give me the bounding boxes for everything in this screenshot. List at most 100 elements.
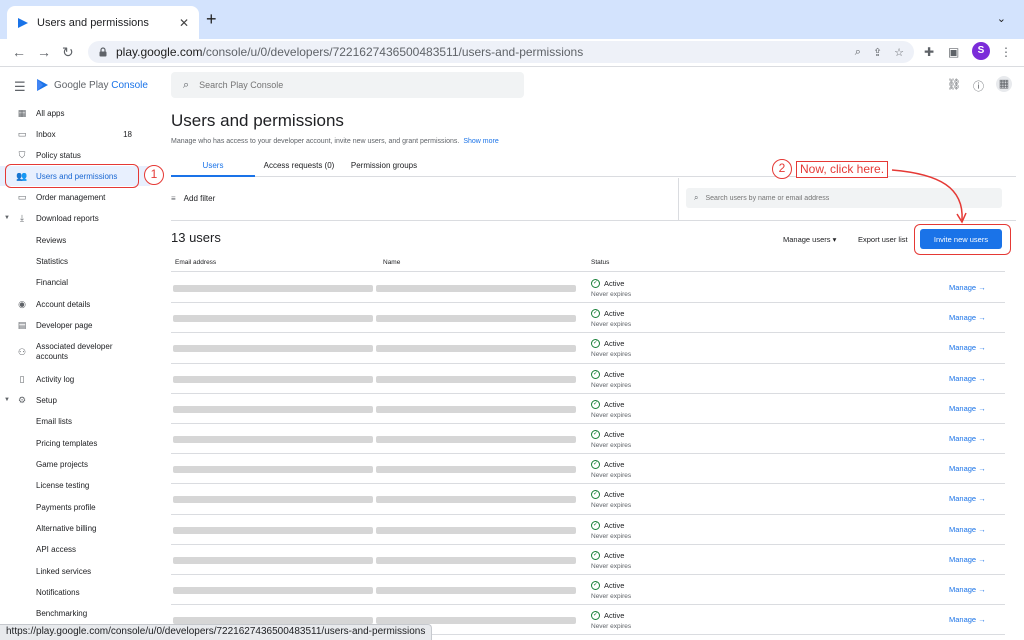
- annotation-box-users-and-permissions: [5, 164, 139, 188]
- close-tab-icon[interactable]: ✕: [179, 16, 189, 30]
- manage-link[interactable]: Manage →: [949, 464, 986, 473]
- manage-link[interactable]: Manage →: [949, 555, 986, 564]
- status-badge: ✓ Active: [591, 550, 631, 560]
- table-row[interactable]: ✓ Active Never expires Manage →: [171, 454, 1005, 485]
- extensions-icon[interactable]: ✚: [924, 45, 934, 59]
- sidebar-item-payments-profile[interactable]: Payments profile: [0, 497, 150, 517]
- manage-users-dropdown[interactable]: Manage users ▾: [783, 235, 836, 244]
- sidebar-item-all-apps[interactable]: ▦ All apps: [0, 103, 150, 123]
- manage-link[interactable]: Manage →: [949, 283, 986, 292]
- arrow-right-icon: →: [978, 464, 986, 474]
- sidebar-item-license-testing[interactable]: License testing: [0, 475, 150, 495]
- table-row[interactable]: ✓ Active Never expires Manage →: [171, 575, 1005, 606]
- table-row[interactable]: ✓ Active Never expires Manage →: [171, 424, 1005, 455]
- table-row[interactable]: ✓ Active Never expires Manage →: [171, 273, 1005, 304]
- annotation-box-invite-button: [914, 224, 1011, 255]
- hamburger-menu-icon[interactable]: ☰: [14, 79, 26, 95]
- sidebar-item-email-lists[interactable]: Email lists: [0, 411, 150, 431]
- reload-icon[interactable]: ↻: [62, 42, 74, 62]
- sidebar-item-order-management[interactable]: ▭ Order management: [0, 187, 150, 207]
- manage-label: Manage: [949, 373, 977, 383]
- manage-label: Manage: [949, 615, 977, 625]
- manage-link[interactable]: Manage →: [949, 313, 986, 322]
- manage-link[interactable]: Manage →: [949, 404, 986, 413]
- sidebar-item-statistics[interactable]: Statistics: [0, 251, 150, 271]
- sidebar-item-label: Associated developer accounts: [36, 342, 113, 361]
- back-arrow-icon[interactable]: ←: [12, 42, 26, 62]
- bookmark-star-icon[interactable]: ☆: [894, 46, 904, 59]
- sidebar-item-developer-page[interactable]: ▤ Developer page: [0, 315, 150, 335]
- table-row[interactable]: ✓ Active Never expires Manage →: [171, 364, 1005, 394]
- chevron-down-icon[interactable]: ⌄: [997, 12, 1006, 25]
- profile-avatar[interactable]: S: [972, 42, 990, 60]
- manage-link[interactable]: Manage →: [949, 343, 986, 352]
- table-row[interactable]: ✓ Active Never expires Manage →: [171, 303, 1005, 334]
- sidebar-item-game-projects[interactable]: Game projects: [0, 454, 150, 474]
- manage-link[interactable]: Manage →: [949, 615, 986, 624]
- sidebar-item-api-access[interactable]: API access: [0, 539, 150, 559]
- manage-link[interactable]: Manage →: [949, 434, 986, 443]
- sidebar-item-account-details[interactable]: ◉ Account details: [0, 294, 150, 314]
- table-row[interactable]: ✓ Active Never expires Manage →: [171, 545, 1005, 575]
- sidebar-item-inbox[interactable]: ▭ Inbox 18: [0, 124, 150, 144]
- forward-arrow-icon[interactable]: →: [37, 42, 51, 62]
- export-user-list-button[interactable]: Export user list: [858, 235, 908, 244]
- arrow-right-icon: →: [978, 554, 986, 564]
- help-icon[interactable]: ⓘ: [973, 78, 984, 94]
- tab-users[interactable]: Users: [171, 157, 255, 177]
- status-badge: ✓ Active: [591, 369, 631, 379]
- show-more-link[interactable]: Show more: [463, 138, 498, 145]
- sidebar-item-setup[interactable]: ▼ ⚙ Setup: [0, 390, 150, 410]
- sidebar-item-reviews[interactable]: Reviews: [0, 230, 150, 250]
- redacted-email: [173, 466, 373, 474]
- account-avatar-icon[interactable]: ▦: [996, 76, 1012, 92]
- sidebar-item-pricing-templates[interactable]: Pricing templates: [0, 433, 150, 453]
- manage-link[interactable]: Manage →: [949, 525, 986, 534]
- zoom-icon[interactable]: ⌕: [855, 46, 861, 59]
- caret-down-icon[interactable]: ▼: [4, 397, 10, 403]
- status-text: Active: [604, 581, 625, 590]
- caret-down-icon: ▾: [832, 235, 837, 244]
- add-filter-button[interactable]: ≡ Add filter: [171, 194, 215, 203]
- console-search-bar[interactable]: ⌕: [171, 72, 524, 98]
- table-row[interactable]: ✓ Active Never expires Manage →: [171, 394, 1005, 424]
- check-circle-icon: ✓: [591, 279, 600, 288]
- sidebar-item-associated-developer-accounts[interactable]: ⚇ Associated developer accounts: [0, 339, 150, 365]
- tab-access-requests[interactable]: Access requests (0): [259, 157, 339, 177]
- link-icon[interactable]: ⛓: [947, 78, 961, 91]
- redacted-name: [376, 587, 576, 594]
- sidebar-item-activity-log[interactable]: ▯ Activity log: [0, 369, 150, 389]
- status-text: Active: [604, 279, 625, 288]
- address-bar[interactable]: play.google.com/console/u/0/developers/7…: [88, 41, 914, 63]
- manage-link[interactable]: Manage →: [949, 374, 986, 383]
- caret-down-icon[interactable]: ▼: [4, 215, 10, 221]
- table-row[interactable]: ✓ Active Never expires Manage →: [171, 484, 1005, 515]
- manage-link[interactable]: Manage →: [949, 494, 986, 503]
- inbox-icon: ▭: [17, 128, 27, 139]
- check-circle-icon: ✓: [591, 309, 600, 319]
- sidebar-item-notifications[interactable]: Notifications: [0, 582, 150, 602]
- table-row[interactable]: ✓ Active Never expires Manage →: [171, 515, 1005, 545]
- share-icon[interactable]: ⇪: [873, 46, 882, 59]
- sidebar-item-policy-status[interactable]: ⛉ Policy status: [0, 145, 150, 165]
- console-search-input[interactable]: [199, 80, 500, 90]
- sidebar-item-financial[interactable]: Financial: [0, 272, 150, 292]
- table-row[interactable]: ✓ Active Never expires Manage →: [171, 333, 1005, 364]
- side-panel-icon[interactable]: ▣: [948, 45, 959, 59]
- tab-permission-groups[interactable]: Permission groups: [343, 157, 425, 177]
- status-badge: ✓ Active: [591, 460, 631, 470]
- redacted-name: [376, 436, 576, 443]
- new-tab-icon[interactable]: +: [206, 9, 217, 29]
- google-play-console-logo[interactable]: Google Play Console: [36, 78, 148, 92]
- more-vert-icon[interactable]: ⋮: [1000, 45, 1012, 59]
- check-circle-icon: ✓: [591, 550, 600, 560]
- sidebar-item-linked-services[interactable]: Linked services: [0, 561, 150, 581]
- manage-link[interactable]: Manage →: [949, 585, 986, 594]
- sidebar-item-benchmarking[interactable]: Benchmarking: [0, 603, 150, 623]
- arrow-right-icon: →: [978, 373, 986, 383]
- sidebar-item-label: Financial: [36, 277, 69, 287]
- sidebar-item-alternative-billing[interactable]: Alternative billing: [0, 518, 150, 538]
- browser-tab[interactable]: Users and permissions ✕: [7, 6, 199, 39]
- sidebar-item-download-reports[interactable]: ▼ ⤓ Download reports: [0, 208, 150, 228]
- redacted-email: [173, 345, 373, 353]
